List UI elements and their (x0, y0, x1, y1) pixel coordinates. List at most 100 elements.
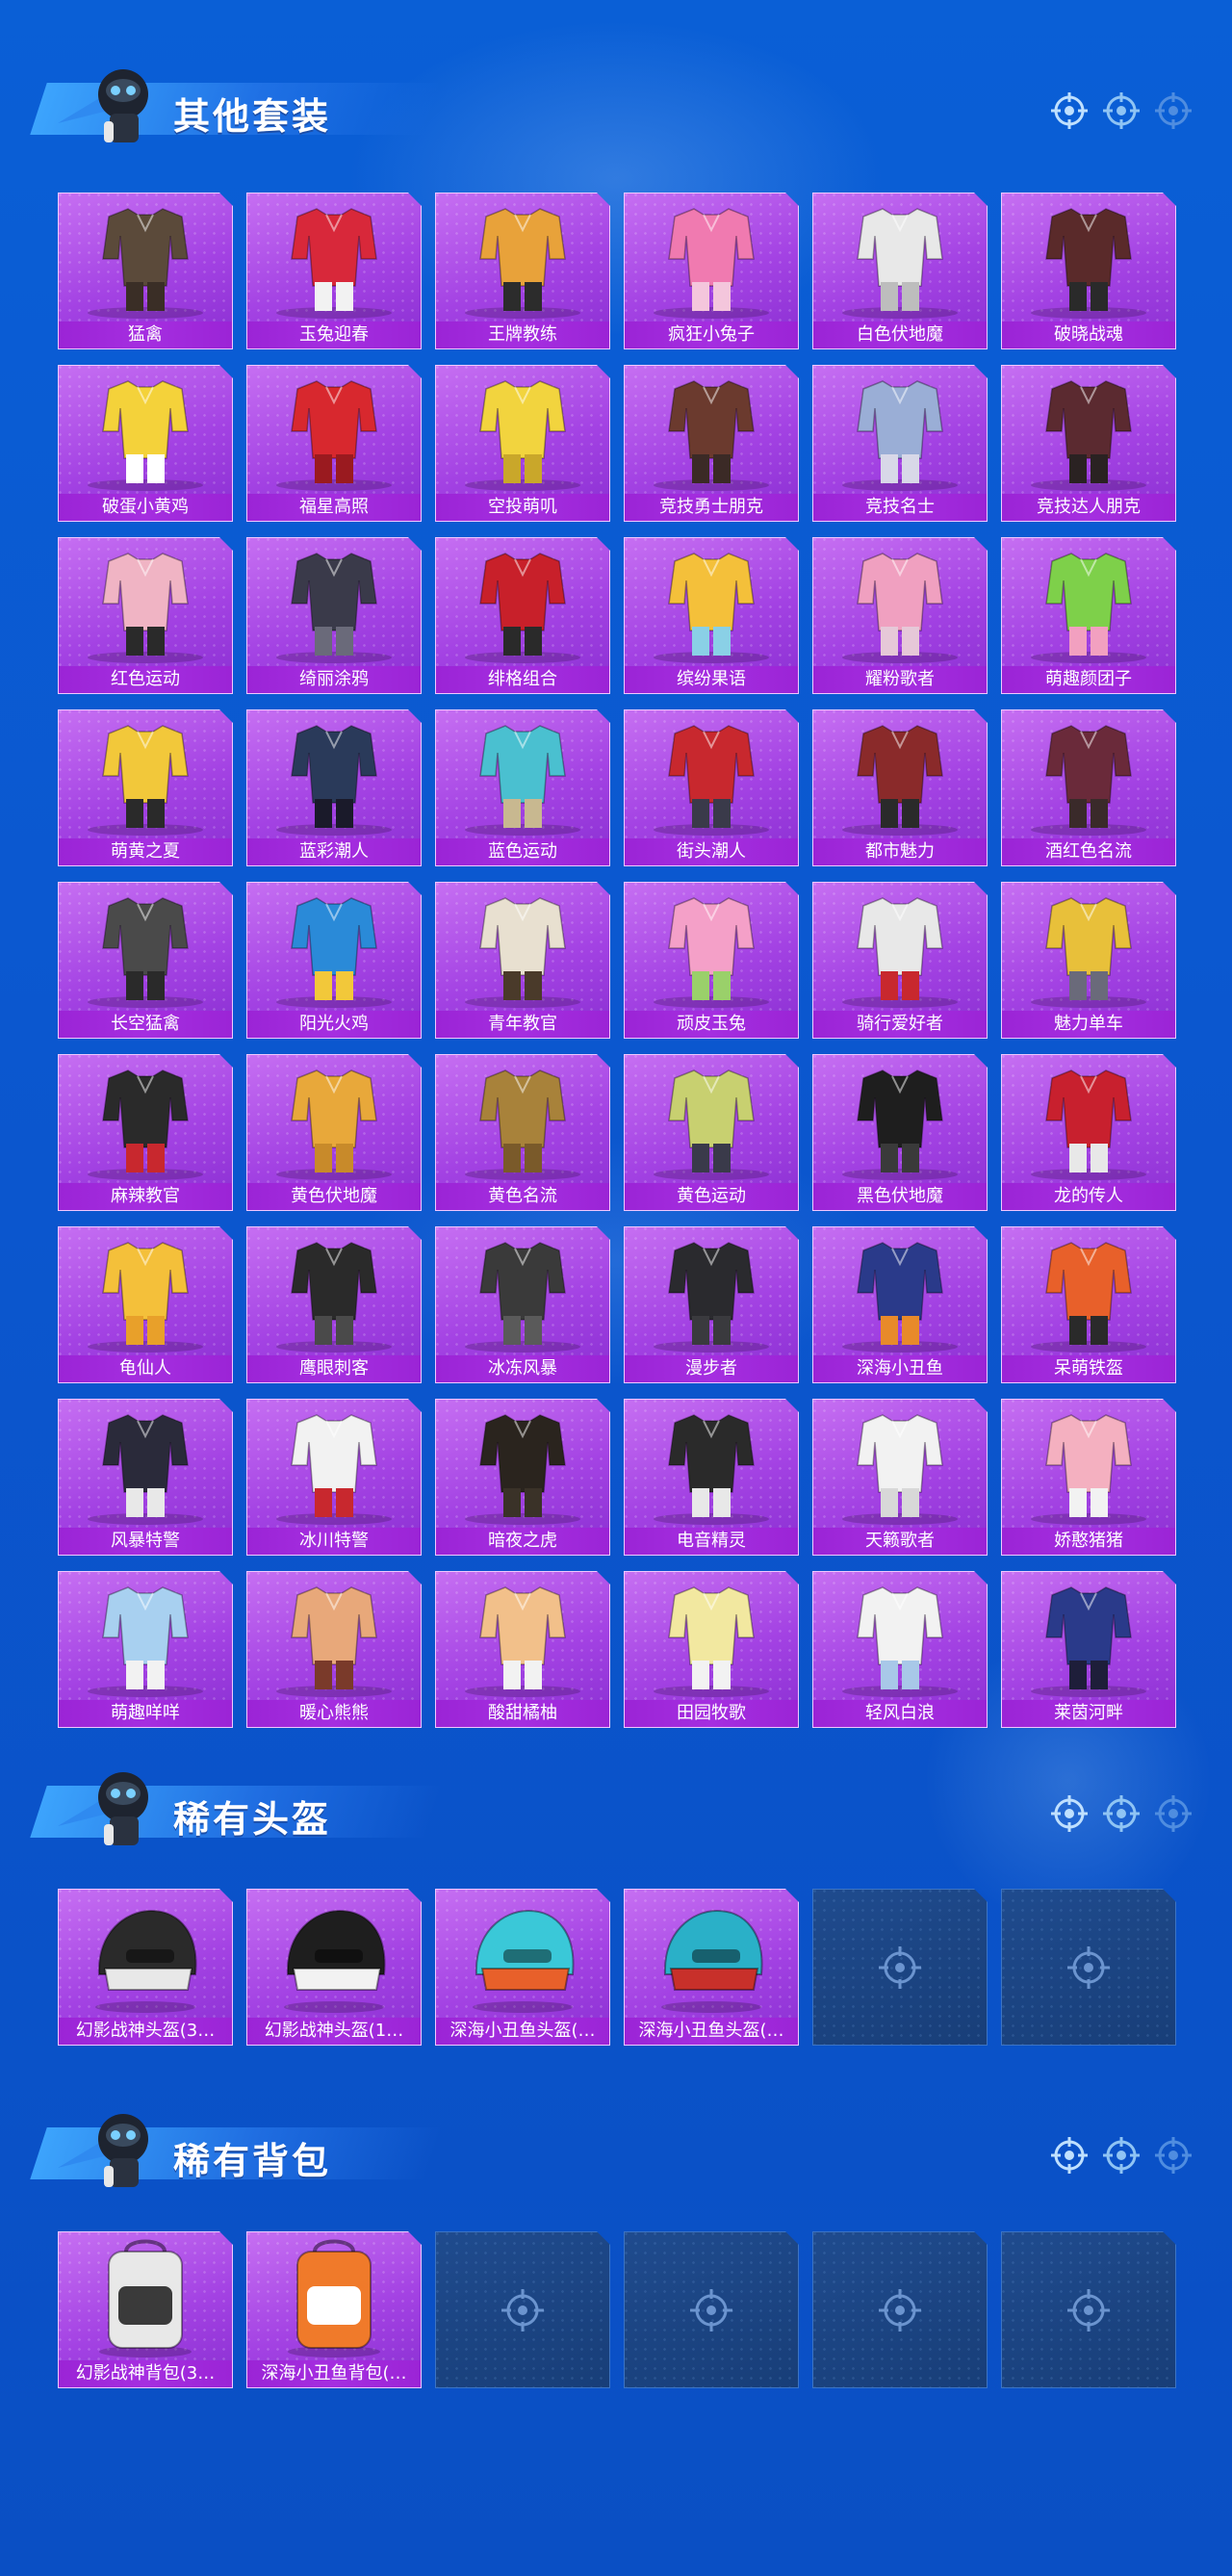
outfit-icon (59, 542, 232, 665)
helmet-icon (59, 1893, 232, 2017)
outfit-icon (813, 714, 987, 837)
item-card[interactable]: 暖心熊熊 (246, 1571, 422, 1728)
item-card[interactable]: 绮丽涂鸦 (246, 537, 422, 694)
item-label: 鹰眼刺客 (247, 1355, 421, 1382)
outfit-icon (436, 1404, 609, 1527)
item-card[interactable]: 深海小丑鱼头盔(… (624, 1889, 799, 2046)
item-card[interactable]: 深海小丑鱼头盔(… (435, 1889, 610, 2046)
empty-slot-icon (499, 2286, 547, 2334)
crosshair-icon (1103, 92, 1140, 129)
outfit-icon (59, 197, 232, 321)
outfit-icon (436, 887, 609, 1010)
item-card[interactable]: 阳光火鸡 (246, 882, 422, 1039)
outfit-icon (813, 1059, 987, 1182)
item-card[interactable]: 黄色名流 (435, 1054, 610, 1211)
item-card[interactable]: 白色伏地魔 (812, 193, 988, 349)
item-label: 黑色伏地魔 (813, 1183, 987, 1210)
item-card[interactable]: 莱茵河畔 (1001, 1571, 1176, 1728)
item-card[interactable]: 骑行爱好者 (812, 882, 988, 1039)
outfit-icon (59, 1231, 232, 1354)
item-card[interactable]: 空投萌叽 (435, 365, 610, 522)
crosshair-icons (1049, 2135, 1194, 2176)
outfit-icon (1002, 370, 1175, 493)
section-title: 稀有背包 (173, 2140, 332, 2182)
outfit-icon (436, 370, 609, 493)
item-label: 萌趣颜团子 (1002, 666, 1175, 693)
item-label: 漫步者 (625, 1355, 798, 1382)
item-card[interactable]: 深海小丑鱼背包(… (246, 2231, 422, 2388)
item-card[interactable]: 漫步者 (624, 1226, 799, 1383)
item-card[interactable]: 破蛋小黄鸡 (58, 365, 233, 522)
item-card[interactable]: 深海小丑鱼 (812, 1226, 988, 1383)
item-card[interactable]: 红色运动 (58, 537, 233, 694)
item-card[interactable]: 暗夜之虎 (435, 1399, 610, 1556)
item-card[interactable]: 龙的传人 (1001, 1054, 1176, 1211)
item-card[interactable]: 轻风白浪 (812, 1571, 988, 1728)
item-card[interactable]: 黄色伏地魔 (246, 1054, 422, 1211)
outfit-icon (247, 1576, 421, 1699)
item-card[interactable]: 呆萌铁盔 (1001, 1226, 1176, 1383)
item-card[interactable]: 竞技达人朋克 (1001, 365, 1176, 522)
item-card[interactable]: 田园牧歌 (624, 1571, 799, 1728)
item-card[interactable]: 娇憨猪猪 (1001, 1399, 1176, 1556)
item-label: 深海小丑鱼 (813, 1355, 987, 1382)
empty-slot (435, 2231, 610, 2388)
item-card[interactable]: 萌趣咩咩 (58, 1571, 233, 1728)
item-card[interactable]: 幻影战神背包(3… (58, 2231, 233, 2388)
item-card[interactable]: 魅力单车 (1001, 882, 1176, 1039)
item-card[interactable]: 疯狂小兔子 (624, 193, 799, 349)
item-card[interactable]: 风暴特警 (58, 1399, 233, 1556)
item-label: 顽皮玉兔 (625, 1011, 798, 1038)
item-label: 青年教官 (436, 1011, 609, 1038)
section-header-helmets: 稀有头盔 (29, 1759, 1203, 1855)
section-title: 稀有头盔 (173, 1798, 332, 1841)
item-card[interactable]: 福星高照 (246, 365, 422, 522)
crosshair-icon (1051, 2137, 1088, 2174)
item-card[interactable]: 玉兔迎春 (246, 193, 422, 349)
item-label: 长空猛禽 (59, 1011, 232, 1038)
item-card[interactable]: 冰川特警 (246, 1399, 422, 1556)
item-card[interactable]: 萌趣颜团子 (1001, 537, 1176, 694)
item-card[interactable]: 电音精灵 (624, 1399, 799, 1556)
item-card[interactable]: 酒红色名流 (1001, 709, 1176, 866)
item-card[interactable]: 破晓战魂 (1001, 193, 1176, 349)
item-card[interactable]: 萌黄之夏 (58, 709, 233, 866)
item-label: 酒红色名流 (1002, 838, 1175, 865)
backpack-grid: 幻影战神背包(3… 深海小丑鱼背包(… (58, 2231, 1174, 2388)
item-card[interactable]: 幻影战神头盔(3… (58, 1889, 233, 2046)
item-card[interactable]: 龟仙人 (58, 1226, 233, 1383)
item-card[interactable]: 长空猛禽 (58, 882, 233, 1039)
item-label: 酸甜橘柚 (436, 1700, 609, 1727)
item-card[interactable]: 蓝彩潮人 (246, 709, 422, 866)
item-card[interactable]: 冰冻风暴 (435, 1226, 610, 1383)
item-card[interactable]: 鹰眼刺客 (246, 1226, 422, 1383)
item-card[interactable]: 青年教官 (435, 882, 610, 1039)
item-label: 蓝彩潮人 (247, 838, 421, 865)
outfit-icon (59, 1404, 232, 1527)
item-label: 骑行爱好者 (813, 1011, 987, 1038)
item-card[interactable]: 酸甜橘柚 (435, 1571, 610, 1728)
item-card[interactable]: 王牌教练 (435, 193, 610, 349)
item-card[interactable]: 绯格组合 (435, 537, 610, 694)
item-card[interactable]: 蓝色运动 (435, 709, 610, 866)
item-label: 破晓战魂 (1002, 322, 1175, 348)
item-card[interactable]: 缤纷果语 (624, 537, 799, 694)
item-label: 深海小丑鱼头盔(… (625, 2018, 798, 2045)
empty-slot-icon (1065, 2286, 1113, 2334)
item-card[interactable]: 麻辣教官 (58, 1054, 233, 1211)
outfit-icon (625, 197, 798, 321)
outfit-icon (1002, 1404, 1175, 1527)
item-card[interactable]: 耀粉歌者 (812, 537, 988, 694)
item-card[interactable]: 黄色运动 (624, 1054, 799, 1211)
item-card[interactable]: 幻影战神头盔(1… (246, 1889, 422, 2046)
item-card[interactable]: 猛禽 (58, 193, 233, 349)
item-card[interactable]: 顽皮玉兔 (624, 882, 799, 1039)
item-card[interactable]: 竞技勇士朋克 (624, 365, 799, 522)
item-card[interactable]: 黑色伏地魔 (812, 1054, 988, 1211)
crosshair-icon (1155, 2137, 1192, 2174)
item-card[interactable]: 街头潮人 (624, 709, 799, 866)
item-card[interactable]: 竞技名士 (812, 365, 988, 522)
item-card[interactable]: 天籁歌者 (812, 1399, 988, 1556)
item-card[interactable]: 都市魅力 (812, 709, 988, 866)
item-label: 萌黄之夏 (59, 838, 232, 865)
